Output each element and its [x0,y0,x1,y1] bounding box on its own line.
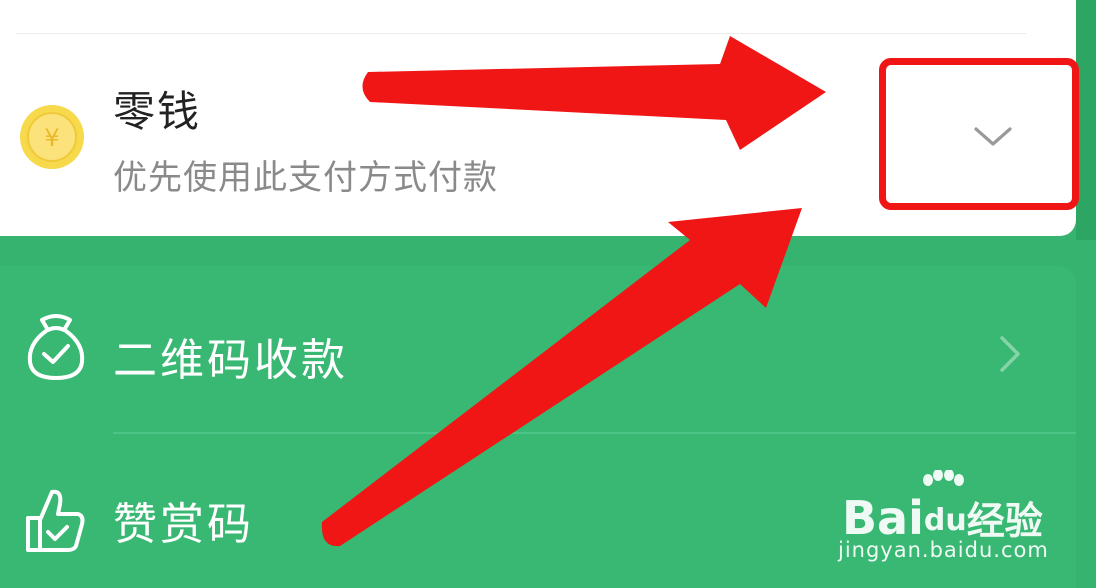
watermark: Baidu经验 jingyan.baidu.com [838,470,1078,570]
watermark-brand: Baidu经验 [842,491,1043,545]
watermark-url: jingyan.baidu.com [838,538,1049,562]
screen: ¥ 零钱 优先使用此支付方式付款 二维码收款 赞赏码 Baidu经验 jingy… [0,0,1096,588]
arrow-horizontal [362,36,826,150]
arrow-diagonal [321,208,802,547]
